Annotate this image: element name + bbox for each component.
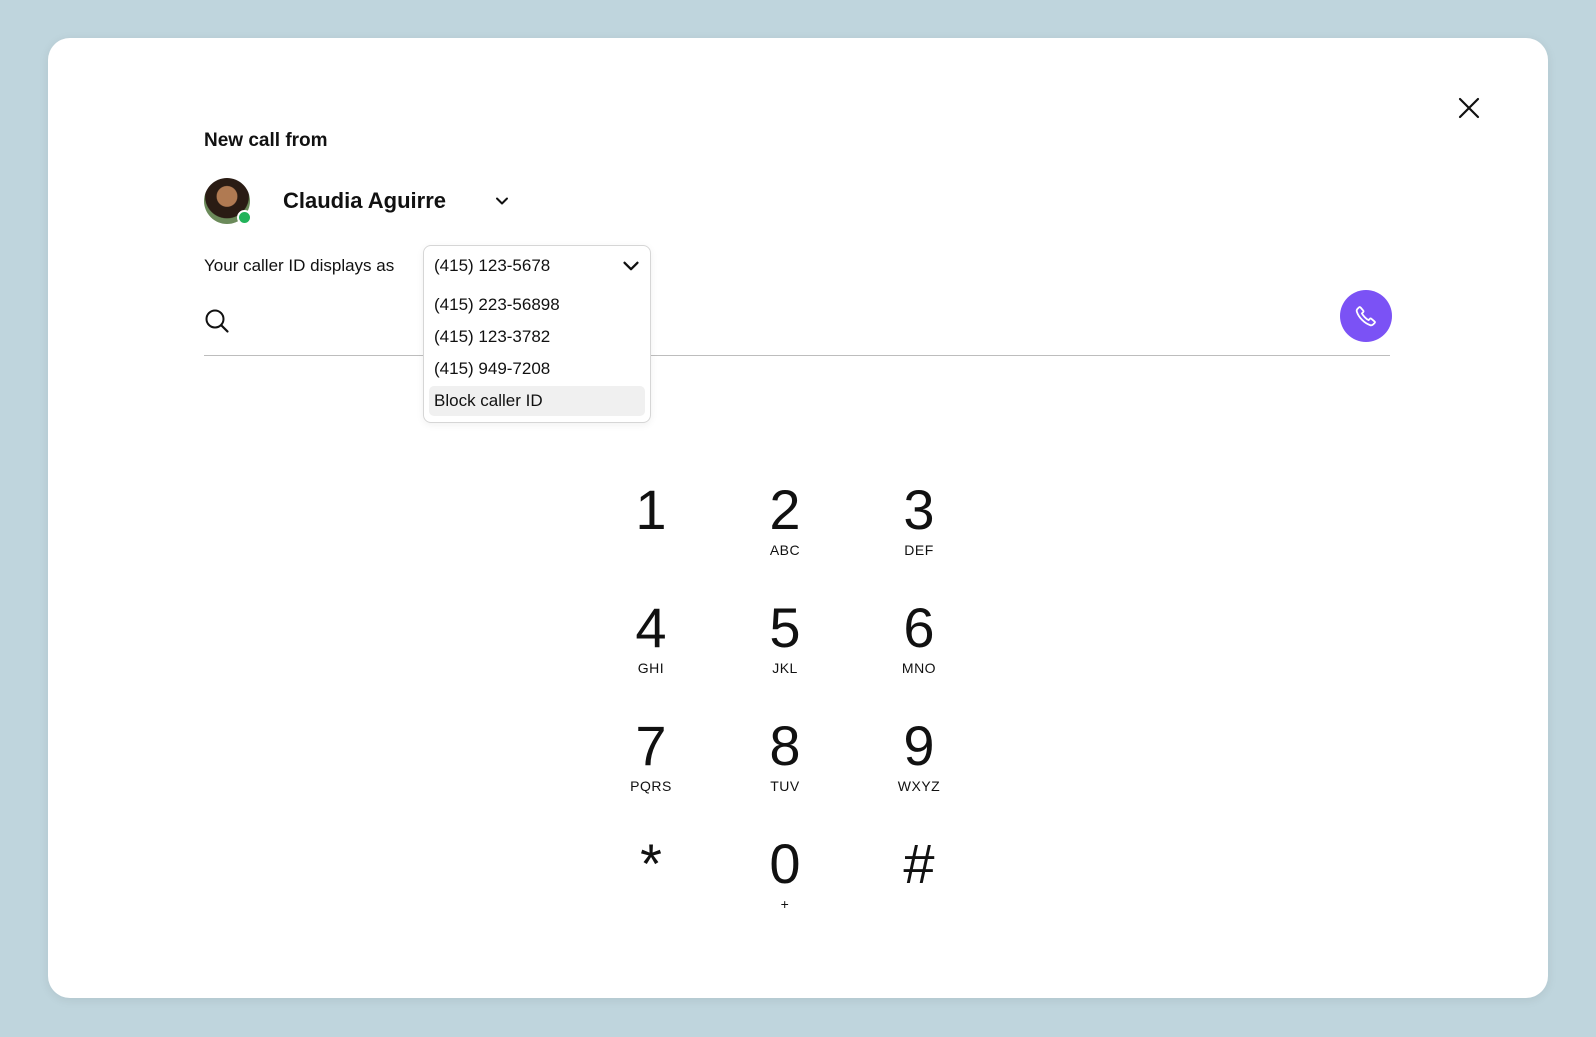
caller-id-label: Your caller ID displays as [204, 256, 395, 275]
close-icon [1458, 97, 1480, 119]
keypad-key-2[interactable]: 2 ABC [730, 480, 840, 580]
caller-id-option-block[interactable]: Block caller ID [429, 386, 645, 416]
chevron-down-icon [496, 197, 508, 205]
caller-id-selected-value: (415) 123-5678 [434, 256, 551, 275]
phone-icon [1355, 306, 1376, 327]
user-dropdown-toggle[interactable] [492, 191, 512, 211]
keypad-key-hash[interactable]: # [864, 834, 974, 934]
close-button[interactable] [1451, 90, 1487, 126]
caller-id-dropdown[interactable]: (415) 123-5678 (415) 223-56898 (415) 123… [423, 245, 651, 423]
dialog-title: New call from [204, 130, 328, 151]
keypad-key-star[interactable]: * [596, 834, 706, 934]
caller-id-option[interactable]: (415) 223-56898 [429, 290, 645, 320]
avatar [204, 178, 252, 225]
keypad-key-5[interactable]: 5 JKL [730, 598, 840, 698]
call-button[interactable] [1340, 290, 1392, 342]
chevron-down-icon [623, 261, 639, 271]
keypad-key-7[interactable]: 7 PQRS [596, 716, 706, 816]
search-icon [205, 309, 229, 333]
caller-id-select[interactable]: (415) 123-5678 [424, 246, 650, 286]
number-search-input[interactable] [244, 299, 1288, 341]
keypad-key-6[interactable]: 6 MNO [864, 598, 974, 698]
keypad-key-3[interactable]: 3 DEF [864, 480, 974, 580]
user-name: Claudia Aguirre [283, 188, 446, 213]
caller-user-selector[interactable]: Claudia Aguirre [204, 177, 512, 225]
keypad-key-8[interactable]: 8 TUV [730, 716, 840, 816]
search-bar [204, 285, 1390, 356]
keypad-key-0[interactable]: 0 + [730, 834, 840, 934]
new-call-dialog: New call from Claudia Aguirre Your calle… [48, 38, 1548, 998]
online-status-dot [237, 210, 252, 225]
keypad-key-1[interactable]: 1 [596, 480, 706, 580]
caller-id-option[interactable]: (415) 949-7208 [429, 354, 645, 384]
caller-id-option[interactable]: (415) 123-3782 [429, 322, 645, 352]
keypad-key-4[interactable]: 4 GHI [596, 598, 706, 698]
keypad-key-9[interactable]: 9 WXYZ [864, 716, 974, 816]
